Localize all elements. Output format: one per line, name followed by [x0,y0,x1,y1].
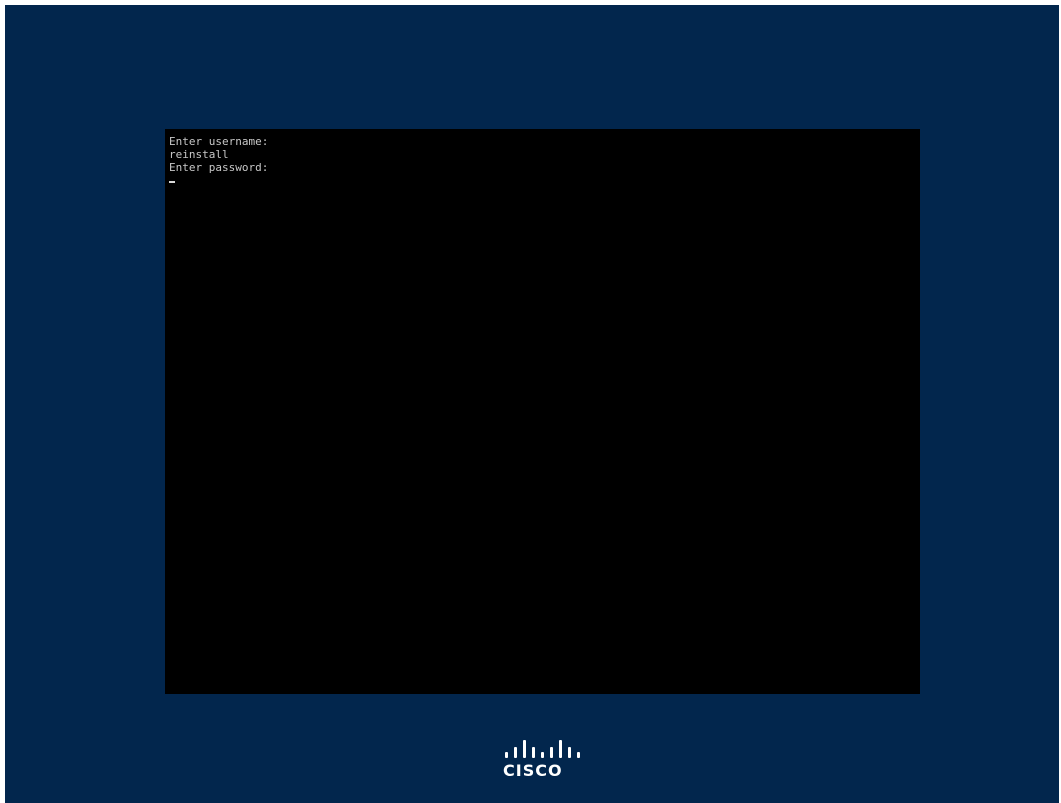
cisco-logo: CISCO [503,738,593,783]
password-input-line[interactable] [169,174,920,187]
terminal-console[interactable]: Enter username: reinstall Enter password… [165,129,920,694]
text-cursor [169,181,175,183]
cisco-bridge-icon [503,738,587,758]
username-value: reinstall [169,148,229,161]
password-prompt: Enter password: [169,161,269,174]
cisco-wordmark: CISCO [503,761,563,780]
login-screen: Enter username: reinstall Enter password… [5,5,1059,803]
username-prompt: Enter username: [169,135,269,148]
